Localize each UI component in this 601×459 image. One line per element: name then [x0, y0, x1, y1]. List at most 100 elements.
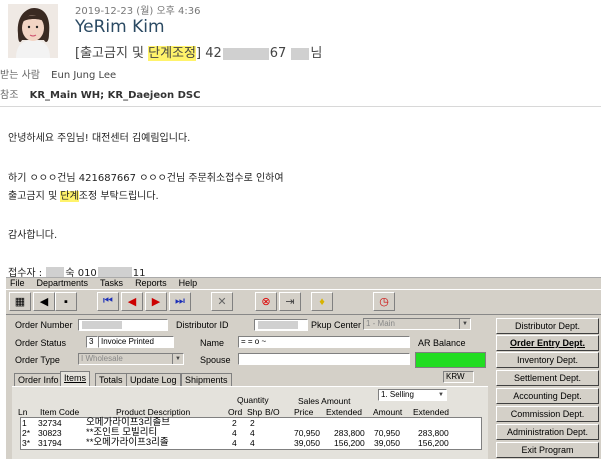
col-bo: B/O	[265, 407, 280, 417]
cell-ln: 3*	[22, 438, 31, 448]
cell-price: 70,950	[294, 428, 320, 438]
price-level-select[interactable]: 1. Selling ▼	[378, 389, 447, 401]
cell-ord: 4	[232, 428, 237, 438]
tab-order-info[interactable]: Order Info	[14, 373, 63, 387]
col-amount: Amount	[373, 407, 403, 417]
stop-icon[interactable]: ⊗	[255, 292, 277, 311]
cell-description: **오메가라이프3리졸	[86, 437, 169, 448]
sender-name[interactable]: YeRim Kim	[75, 17, 165, 37]
settlement-dept-button[interactable]: Settlement Dept.	[496, 370, 599, 386]
save-icon[interactable]: ▪	[55, 292, 77, 311]
col-extended: Extended	[326, 407, 362, 417]
prev-icon[interactable]: ◀	[121, 292, 143, 311]
header-divider	[0, 106, 601, 107]
subject-highlight: 단계조정	[148, 46, 196, 61]
exit-program-button[interactable]: Exit Program	[496, 442, 599, 458]
body-line3-highlight: 단계	[60, 191, 79, 202]
chevron-down-icon: ▼	[436, 390, 446, 400]
redaction	[82, 320, 122, 329]
distributor-id-label: Distributor ID	[176, 320, 229, 330]
email-subject: [출고금지 및 단계조정] 42 67 님	[75, 42, 322, 61]
body-line3-prefix: 출고금지 및	[8, 191, 61, 202]
grid-icon[interactable]: ▦	[9, 292, 31, 311]
pkup-center-select[interactable]: 1 - Main ▼	[363, 318, 471, 330]
subject-prefix: [출고금지 및	[75, 46, 149, 61]
delete-icon[interactable]: ✕	[211, 292, 233, 311]
tab-totals[interactable]: Totals	[95, 373, 127, 387]
cc-line: 참조 KR_Main WH; KR_Daejeon DSC	[0, 86, 200, 101]
body-line2: 하기 ㅇㅇㅇ건님 421687667 ㅇㅇㅇ건님 주문취소접수로 인하여	[8, 173, 284, 184]
subject-part3: 님	[310, 46, 323, 61]
col-ord: Ord	[228, 407, 243, 417]
cell-extended-2: 156,200	[418, 438, 449, 448]
tab-items[interactable]: Items	[60, 371, 91, 387]
order-entry-window: File Departments Tasks Reports Help ▦ ◀ ▪ ⏮ …	[6, 277, 601, 459]
body-thanks: 감사합니다.	[8, 230, 58, 241]
cell-shp: 2	[250, 418, 255, 428]
accounting-dept-button[interactable]: Accounting Dept.	[496, 388, 599, 404]
tab-update-log[interactable]: Update Log	[126, 373, 181, 387]
order-status-label: Order Status	[15, 338, 67, 348]
ar-balance-label: AR Balance	[418, 338, 466, 348]
next-icon[interactable]: ▶	[145, 292, 167, 311]
hint-icon[interactable]: ♦	[311, 292, 333, 311]
cc-recipients[interactable]: KR_Main WH; KR_Daejeon DSC	[30, 90, 201, 101]
distributor-dept-button[interactable]: Distributor Dept.	[496, 318, 599, 334]
cell-shp: 4	[250, 438, 255, 448]
distributor-id-field[interactable]	[254, 319, 308, 331]
cell-extended: 283,800	[334, 428, 365, 438]
menu-tasks[interactable]: Tasks	[100, 278, 123, 288]
menu-file[interactable]: File	[10, 278, 25, 288]
exit-icon[interactable]: ⇥	[279, 292, 301, 311]
cell-item-code: 32734	[38, 418, 62, 428]
commission-dept-button[interactable]: Commission Dept.	[496, 406, 599, 422]
inventory-dept-button[interactable]: Inventory Dept.	[496, 352, 599, 368]
price-level-value: 1. Selling	[381, 390, 414, 399]
email-date: 2019-12-23 (월) 오후 4:36	[75, 6, 201, 17]
name-field[interactable]: = = o ~	[238, 336, 410, 348]
cell-extended: 156,200	[334, 438, 365, 448]
tab-shipments[interactable]: Shipments	[181, 373, 232, 387]
order-type-value: I Wholesale	[81, 354, 123, 363]
ar-balance-indicator	[415, 352, 486, 368]
order-number-field[interactable]	[78, 319, 168, 331]
order-status-code: 3	[86, 336, 98, 348]
order-status-value: Invoice Printed	[98, 336, 174, 348]
chevron-down-icon: ▼	[172, 354, 183, 364]
to-recipient[interactable]: Eun Jung Lee	[51, 70, 116, 81]
administration-dept-button[interactable]: Administration Dept.	[496, 424, 599, 440]
body-line3: 출고금지 및 단계조정 부탁드립니다.	[8, 187, 159, 202]
redaction	[258, 320, 298, 329]
col-extended-2: Extended	[413, 407, 449, 417]
menu-reports[interactable]: Reports	[135, 278, 167, 288]
clock-icon[interactable]: ◷	[373, 292, 395, 311]
table-row[interactable]: 3* 31794 **오메가라이프3리졸 4 4 39,050 156,200 …	[20, 437, 480, 449]
spouse-field[interactable]	[238, 353, 410, 365]
menu-departments[interactable]: Departments	[37, 278, 89, 288]
cell-amount: 39,050	[374, 438, 400, 448]
col-price: Price	[294, 407, 314, 417]
first-icon[interactable]: ⏮	[97, 292, 119, 311]
back-icon[interactable]: ◀	[33, 292, 55, 311]
chevron-down-icon: ▼	[459, 319, 470, 329]
cell-extended-2: 283,800	[418, 428, 449, 438]
menu-help[interactable]: Help	[179, 278, 198, 288]
menu-bar: File Departments Tasks Reports Help	[6, 278, 601, 289]
cell-ord: 2	[232, 418, 237, 428]
to-label: 받는 사람	[0, 70, 40, 81]
cell-item-code: 31794	[38, 438, 62, 448]
body-line3-suffix: 조정 부탁드립니다.	[78, 191, 159, 202]
last-icon[interactable]: ⏭	[169, 292, 191, 311]
cell-price: 39,050	[294, 438, 320, 448]
name-label: Name	[200, 338, 225, 348]
order-entry-dept-button[interactable]: Order Entry Dept.	[496, 335, 599, 351]
order-type-label: Order Type	[15, 355, 60, 365]
currency-field: KRW	[443, 371, 474, 383]
order-number-label: Order Number	[15, 320, 73, 330]
cell-ln: 2*	[22, 428, 31, 438]
col-product-description: Product Description	[116, 407, 191, 417]
order-type-select[interactable]: I Wholesale ▼	[78, 353, 184, 365]
subject-part1: ] 42	[195, 46, 222, 61]
cc-label: 참조	[0, 90, 19, 101]
toolbar: ▦ ◀ ▪ ⏮ ◀ ▶ ⏭ ✕ ⊗ ⇥ ♦ ◷	[6, 289, 601, 315]
